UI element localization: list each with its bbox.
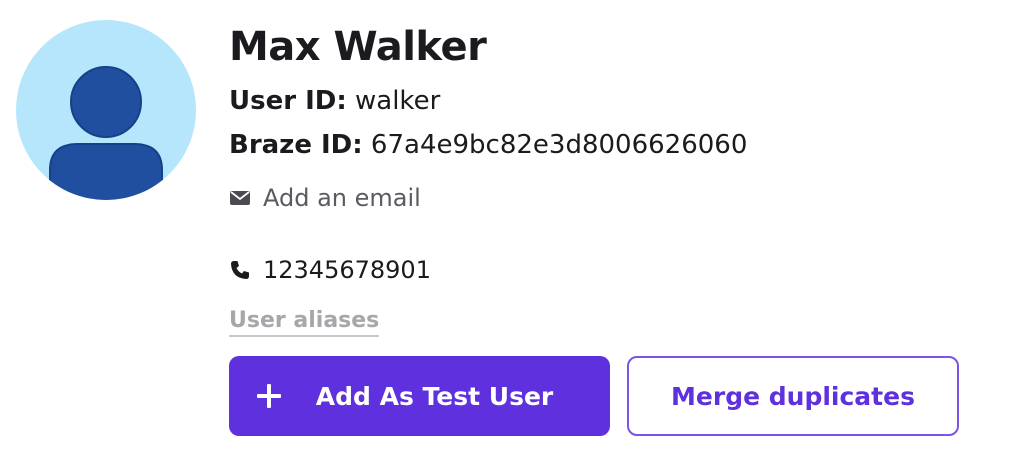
merge-duplicates-button[interactable]: Merge duplicates xyxy=(627,356,959,436)
add-test-user-button[interactable]: Add As Test User xyxy=(229,356,610,436)
phone-icon xyxy=(231,261,249,279)
add-email-label: Add an email xyxy=(263,184,421,212)
merge-duplicates-label: Merge duplicates xyxy=(671,381,915,411)
user-id-label: User ID: xyxy=(229,86,347,116)
user-aliases-link[interactable]: User aliases xyxy=(229,308,380,337)
add-test-user-label: Add As Test User xyxy=(315,381,554,411)
envelope-icon xyxy=(230,191,250,205)
user-id-row: User ID: walker xyxy=(229,86,440,116)
plus-icon xyxy=(256,384,281,408)
braze-id-value: 67a4e9bc82e3d8006626060 xyxy=(370,130,748,160)
phone-row: 12345678901 xyxy=(229,256,431,284)
phone-number: 12345678901 xyxy=(263,256,431,284)
user-id-value: walker xyxy=(355,86,441,116)
add-email-link[interactable]: Add an email xyxy=(229,184,421,212)
braze-id-row: Braze ID: 67a4e9bc82e3d8006626060 xyxy=(229,130,747,160)
braze-id-label: Braze ID: xyxy=(229,130,363,160)
avatar xyxy=(16,20,196,200)
user-avatar-icon xyxy=(49,66,163,200)
user-name: Max Walker xyxy=(229,24,487,70)
